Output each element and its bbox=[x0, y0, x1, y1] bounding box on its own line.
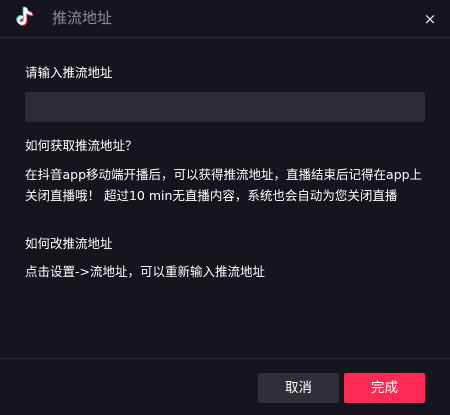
dialog-title: 推流地址 bbox=[52, 9, 113, 27]
dialog-titlebar: 推流地址 × bbox=[0, 0, 450, 38]
help-question-change-url: 如何改推流地址 bbox=[25, 236, 113, 251]
stream-url-dialog: 推流地址 × 请输入推流地址 如何获取推流地址？ 在抖音app移动端开播后，可以… bbox=[0, 0, 450, 415]
stream-url-label: 请输入推流地址 bbox=[25, 65, 113, 80]
close-icon[interactable]: × bbox=[420, 9, 440, 29]
help-question-get-url: 如何获取推流地址？ bbox=[25, 138, 138, 153]
cancel-button[interactable]: 取消 bbox=[258, 373, 339, 403]
help-answer-get-url: 在抖音app移动端开播后，可以获得推流地址，直播结束后记得在app上关闭直播哦！… bbox=[25, 167, 423, 203]
done-button[interactable]: 完成 bbox=[344, 373, 425, 403]
help-answer-change-url: 点击设置->流地址，可以重新输入推流地址 bbox=[25, 264, 265, 279]
footer-divider bbox=[0, 358, 450, 359]
tiktok-logo-icon bbox=[15, 6, 37, 28]
stream-url-input[interactable] bbox=[25, 92, 425, 122]
